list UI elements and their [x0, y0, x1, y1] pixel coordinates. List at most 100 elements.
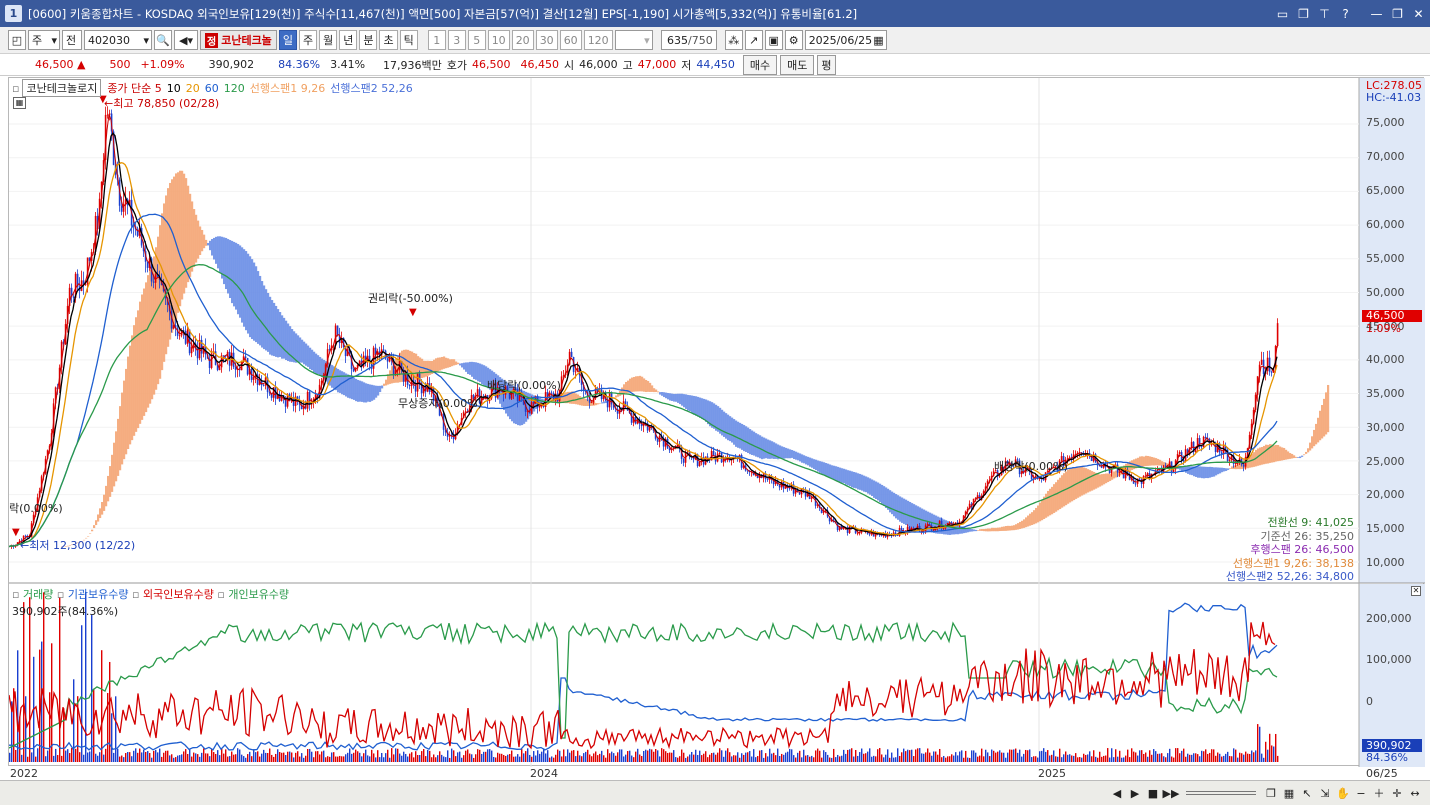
market-select[interactable]: 주 ▾ — [28, 30, 60, 50]
scroll-right-icon[interactable]: ▶ — [1128, 786, 1142, 800]
minimize-icon[interactable]: — — [1367, 4, 1386, 23]
chart-area[interactable] — [8, 77, 1425, 767]
calendar-icon[interactable]: ▦ — [873, 34, 883, 47]
interval-30[interactable]: 30 — [535, 30, 558, 50]
period-year[interactable]: 년 — [339, 30, 358, 50]
expand-icon[interactable]: ✛ — [1390, 786, 1404, 800]
copy-icon[interactable]: ❐ — [1264, 786, 1278, 800]
interval-60[interactable]: 60 — [559, 30, 582, 50]
legend-ma10[interactable]: 10 — [167, 82, 181, 95]
search-icon[interactable]: 🔍 — [154, 30, 172, 50]
volume-bar — [915, 749, 917, 762]
grid-toggle-icon[interactable]: ▦ — [13, 97, 26, 109]
volume-bar — [805, 755, 807, 762]
volume-bar — [51, 643, 53, 762]
ichimoku-cloud-slice — [365, 383, 368, 403]
close-icon[interactable]: ✕ — [1409, 4, 1428, 23]
restore-icon[interactable]: ❐ — [1388, 4, 1407, 23]
ichimoku-cloud-slice — [319, 356, 322, 376]
volume-bar — [913, 756, 915, 762]
legend-stock-name[interactable]: 코난테크놀로지 — [22, 79, 102, 97]
rights-arrow-icon: ▼ — [409, 307, 417, 318]
legend-ma5[interactable]: 종가 단순 5 — [107, 80, 161, 96]
zoom-in-icon[interactable]: ＋ — [1372, 786, 1386, 800]
scroll-left-icon[interactable]: ◀ — [1110, 786, 1124, 800]
interval-5[interactable]: 5 — [467, 30, 486, 50]
stock-name-box[interactable]: 정 코난테크놀 — [200, 30, 277, 50]
zoom-reset-icon[interactable]: ↔ — [1408, 786, 1422, 800]
period-minute[interactable]: 분 — [359, 30, 378, 50]
legend-volume[interactable]: 거래량 — [23, 588, 53, 601]
zoom-slider[interactable] — [1186, 791, 1256, 795]
period-month[interactable]: 월 — [319, 30, 338, 50]
stop-icon[interactable]: ■ — [1146, 786, 1160, 800]
grid-icon[interactable]: ▦ — [1282, 786, 1296, 800]
ichimoku-cloud-slice — [315, 353, 318, 374]
legend-ma20[interactable]: 20 — [186, 82, 200, 95]
candle-body — [942, 528, 945, 530]
ichimoku-cloud-slice — [749, 429, 752, 455]
chart-settings-icon[interactable]: ◰ — [8, 30, 26, 50]
ichimoku-cloud-slice — [1265, 444, 1268, 464]
volume-bar — [297, 751, 299, 762]
link-icon[interactable]: ⁂ — [724, 30, 743, 50]
sell-button[interactable]: 매도 — [780, 54, 815, 75]
interval-3[interactable]: 3 — [447, 30, 466, 50]
volume-bar — [797, 752, 799, 762]
eval-button[interactable]: 평 — [817, 54, 836, 75]
interval-10[interactable]: 10 — [487, 30, 510, 50]
volume-bar — [1267, 749, 1269, 762]
legend-span2[interactable]: 선행스팬2 52,26 — [330, 80, 412, 96]
buy-button[interactable]: 매수 — [742, 54, 778, 75]
volume-bar — [1219, 753, 1221, 762]
code-input[interactable]: 402030 ▾ — [84, 30, 152, 50]
draw-icon[interactable]: ↗ — [744, 30, 763, 50]
period-tick[interactable]: 틱 — [399, 30, 418, 50]
interval-1[interactable]: 1 — [427, 30, 446, 50]
period-day[interactable]: 일 — [278, 30, 297, 50]
legend-ma60[interactable]: 60 — [205, 82, 219, 95]
ichimoku-cloud-slice — [1019, 521, 1022, 529]
count-field[interactable]: 635/750 — [660, 30, 717, 50]
interval-20[interactable]: 20 — [511, 30, 534, 50]
volume-bar — [887, 749, 889, 762]
save-icon[interactable]: ▣ — [764, 30, 783, 50]
date-field[interactable]: 2025/06/25 ▦ — [804, 30, 887, 50]
period-second[interactable]: 초 — [379, 30, 398, 50]
help-icon[interactable]: ? — [1336, 4, 1355, 23]
volume-bar — [681, 749, 683, 762]
interval-select[interactable]: ▾ — [614, 30, 653, 50]
legend-foreign[interactable]: 외국인보유수량 — [143, 588, 214, 601]
gear-icon[interactable]: ⚙ — [784, 30, 803, 50]
pin-icon[interactable]: ⊤ — [1315, 4, 1334, 23]
ichimoku-cloud-slice — [149, 270, 152, 404]
ichimoku-cloud-slice — [483, 365, 486, 386]
legend-span1[interactable]: 선행스팬1 9,26 — [250, 80, 325, 96]
cursor-icon[interactable]: ↖ — [1300, 786, 1314, 800]
fast-forward-icon[interactable]: ▶▶ — [1163, 786, 1180, 800]
fit-icon[interactable]: ⇲ — [1318, 786, 1332, 800]
chart-canvas[interactable] — [8, 78, 1425, 767]
volume-bar — [1173, 757, 1175, 762]
period-week[interactable]: 주 — [298, 30, 318, 50]
ichimoku-cloud-slice — [861, 474, 864, 491]
volume-bar — [143, 749, 145, 762]
volume-bar — [1191, 754, 1193, 762]
legend-individual[interactable]: 개인보유수량 — [228, 588, 289, 601]
range-button[interactable]: 전 — [62, 30, 82, 50]
tile-icon[interactable]: ❐ — [1294, 4, 1313, 23]
volume-bar — [863, 753, 865, 762]
ichimoku-cloud-slice — [1051, 486, 1054, 515]
volume-bar — [1255, 750, 1257, 762]
sound-icon[interactable]: ◀︎▾ — [174, 30, 198, 50]
volume-bar — [983, 756, 985, 762]
legend-ma120[interactable]: 120 — [224, 82, 245, 95]
interval-120[interactable]: 120 — [583, 30, 613, 50]
zoom-out-icon[interactable]: − — [1354, 786, 1368, 800]
layout-icon[interactable]: ▭ — [1273, 4, 1292, 23]
hand-icon[interactable]: ✋ — [1336, 786, 1350, 800]
legend-institution[interactable]: 기관보유수량 — [68, 588, 129, 601]
ichimoku-cloud-slice — [957, 525, 960, 535]
volume-bar — [929, 752, 931, 762]
panel-close-icon[interactable]: ✕ — [1411, 586, 1421, 596]
